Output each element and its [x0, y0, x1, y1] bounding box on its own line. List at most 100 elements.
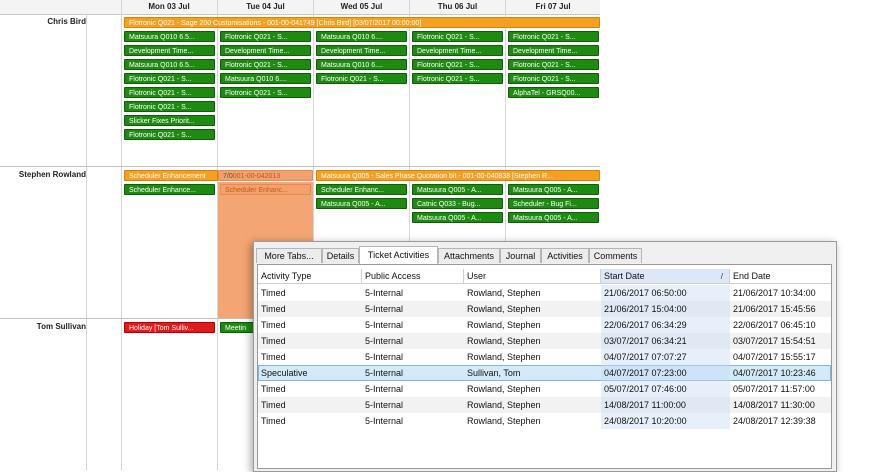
tab-ticket-activities[interactable]: Ticket Activities	[359, 246, 438, 264]
appointment[interactable]: Matsuura Q010 6....	[316, 59, 407, 70]
appointment[interactable]: Matsuura Q005 - A...	[412, 212, 503, 223]
day-header-wed[interactable]: Wed 05 Jul	[314, 0, 410, 15]
tab-more-tabs[interactable]: More Tabs...	[256, 248, 322, 263]
column-activity-type[interactable]: Activity Type	[258, 269, 362, 284]
appointment[interactable]: Flotronic Q021 - S...	[412, 31, 503, 42]
appointment[interactable]: Development Time...	[508, 45, 599, 56]
appointment[interactable]: Scheduler Enhanc...	[220, 184, 311, 195]
ticket-detail-panel: More Tabs... Details Ticket Activities A…	[253, 241, 837, 472]
appointment[interactable]: Flotronic Q021 - S...	[124, 73, 215, 84]
appointment[interactable]: Matsuura Q005 - A...	[508, 184, 599, 195]
appointment-banner[interactable]: Scheduler Enhancement	[124, 170, 218, 181]
tab-activities[interactable]: Activities	[541, 248, 589, 263]
day-header-thu[interactable]: Thu 06 Jul	[410, 0, 506, 15]
cell-activity-type: Timed	[261, 352, 286, 362]
table-row[interactable]: Timed 5-Internal Rowland, Stephen 14/08/201…	[258, 397, 831, 413]
tab-attachments[interactable]: Attachments	[438, 248, 500, 263]
appointment[interactable]: Flotronic Q021 - S...	[316, 73, 407, 84]
resource-divider	[0, 166, 600, 167]
cell-start-date: 05/07/2017 07:46:00	[601, 381, 730, 397]
appointment-ticket: 001-00-042013	[232, 173, 281, 180]
appointment[interactable]: Development Time...	[412, 45, 503, 56]
column-start-date[interactable]: Start Date /	[601, 269, 730, 284]
appointment[interactable]: Development Time...	[316, 45, 407, 56]
day-header-mon[interactable]: Mon 03 Jul	[121, 0, 218, 15]
cell-end-date: 21/06/2017 10:34:00	[733, 288, 816, 298]
table-row[interactable]: Timed 5-Internal Rowland, Stephen 04/07/201…	[258, 349, 831, 365]
tab-comments[interactable]: Comments	[589, 248, 642, 263]
cell-end-date: 14/08/2017 11:30:00	[733, 400, 815, 410]
cell-user: Sullivan, Tom	[467, 368, 521, 378]
resource-label-tom-sullivan: Tom Sullivan	[36, 322, 86, 331]
column-user[interactable]: User	[464, 269, 601, 284]
appointment[interactable]: Development Time...	[124, 45, 215, 56]
tab-details[interactable]: Details	[322, 248, 359, 263]
cell-start-date: 14/08/2017 11:00:00	[601, 397, 730, 413]
appointment[interactable]: Flotronic Q021 - S...	[124, 101, 215, 112]
appointment[interactable]: Matsuura Q010 6....	[316, 31, 407, 42]
appointment[interactable]: Development Time...	[220, 45, 311, 56]
cell-public-access: 5-Internal	[365, 320, 404, 330]
appointment[interactable]: Flotronic Q021 - S...	[220, 31, 311, 42]
appointment[interactable]: Matsuura Q005 - A...	[412, 184, 503, 195]
day-header-tue[interactable]: Tue 04 Jul	[218, 0, 314, 15]
appointment[interactable]: Slicker Fixes Priorit...	[124, 115, 215, 126]
appointment[interactable]: Flotronic Q021 - S...	[220, 87, 311, 98]
appointment-banner[interactable]: Matsuura Q005 - Sales Phase Quotation bi…	[316, 170, 600, 181]
table-row[interactable]: Timed 5-Internal Rowland, Stephen 21/06/201…	[258, 301, 831, 317]
appointment[interactable]: Meetin	[220, 322, 255, 333]
cell-activity-type: Timed	[261, 384, 286, 394]
appointment[interactable]: Matsuura Q005 - A...	[508, 212, 599, 223]
cell-user: Rowland, Stephen	[467, 304, 541, 314]
resource-label-chris-bird: Chris Bird	[47, 17, 86, 26]
cell-end-date: 03/07/2017 15:54:51	[733, 336, 816, 346]
cell-start-date: 24/08/2017 10:20:00	[601, 413, 730, 429]
appointment[interactable]: Flotronic Q021 - S...	[412, 73, 503, 84]
appointment[interactable]: Flotronic Q021 - S...	[508, 31, 599, 42]
column-start-date-label: Start Date	[604, 271, 645, 281]
cell-end-date: 24/08/2017 12:39:38	[733, 416, 816, 426]
appointment[interactable]: Flotronic Q021 - S...	[508, 59, 599, 70]
appointment[interactable]: Matsuura Q010 6.5...	[124, 31, 215, 42]
cell-start-date: 22/06/2017 06:34:29	[601, 317, 730, 333]
table-row[interactable]: Timed 5-Internal Rowland, Stephen 24/08/201…	[258, 413, 831, 429]
appointment[interactable]: Flotronic Q021 - S...	[508, 73, 599, 84]
appointment-date-mark: 7/0	[223, 173, 233, 180]
cell-public-access: 5-Internal	[365, 400, 404, 410]
day-header-fri[interactable]: Fri 07 Jul	[506, 0, 600, 15]
cell-user: Rowland, Stephen	[467, 352, 541, 362]
appointment[interactable]: Scheduler Enhanc...	[316, 184, 407, 195]
cell-user: Rowland, Stephen	[467, 288, 541, 298]
appointment[interactable]: Matsuura Q010 6.5...	[124, 59, 215, 70]
appointment[interactable]: Matsuura Q010 6....	[220, 73, 311, 84]
appointment-holiday[interactable]: Holiday [Tom Sulliv...	[124, 322, 215, 333]
table-row[interactable]: Timed 5-Internal Rowland, Stephen 21/06/201…	[258, 285, 831, 301]
cell-user: Rowland, Stephen	[467, 416, 541, 426]
cell-activity-type: Timed	[261, 288, 286, 298]
appointment[interactable]: Matsuura Q005 - A...	[316, 198, 407, 209]
appointment[interactable]: Flotronic Q021 - S...	[412, 59, 503, 70]
appointment[interactable]: Catnic Q033 - Bug...	[412, 198, 503, 209]
appointment[interactable]: AlphaTel - GRSQ00...	[508, 87, 599, 98]
table-row[interactable]: Timed 5-Internal Rowland, Stephen 03/07/201…	[258, 333, 831, 349]
appointment-banner[interactable]: Flotronic Q021 - Sage 200 Customisations…	[124, 17, 600, 28]
table-row-selected[interactable]: Speculative 5-Internal Sullivan, Tom 04/07/…	[258, 365, 831, 381]
tab-journal[interactable]: Journal	[500, 248, 541, 263]
table-row[interactable]: Timed 5-Internal Rowland, Stephen 05/07/201…	[258, 381, 831, 397]
table-row[interactable]: Timed 5-Internal Rowland, Stephen 22/06/201…	[258, 317, 831, 333]
appointment[interactable]: Scheduler - Bug Fi...	[508, 198, 599, 209]
cell-public-access: 5-Internal	[365, 352, 404, 362]
cell-start-date: 21/06/2017 15:04:00	[601, 301, 730, 317]
appointment[interactable]: Flotronic Q021 - S...	[220, 59, 311, 70]
cell-activity-type: Timed	[261, 416, 286, 426]
appointment[interactable]: Flotronic Q021 - S...	[124, 87, 215, 98]
scheduler-corner	[0, 0, 121, 15]
appointment[interactable]: Flotronic Q021 - S...	[124, 129, 215, 140]
column-public-access[interactable]: Public Access	[362, 269, 464, 284]
appointment-banner[interactable]: 7/0001-00-042013	[218, 170, 313, 181]
cell-end-date: 04/07/2017 15:55:17	[733, 352, 816, 362]
column-end-date[interactable]: End Date	[730, 269, 831, 284]
appointment[interactable]: Scheduler Enhance...	[124, 184, 215, 195]
cell-activity-type: Timed	[261, 320, 286, 330]
cell-user: Rowland, Stephen	[467, 400, 541, 410]
